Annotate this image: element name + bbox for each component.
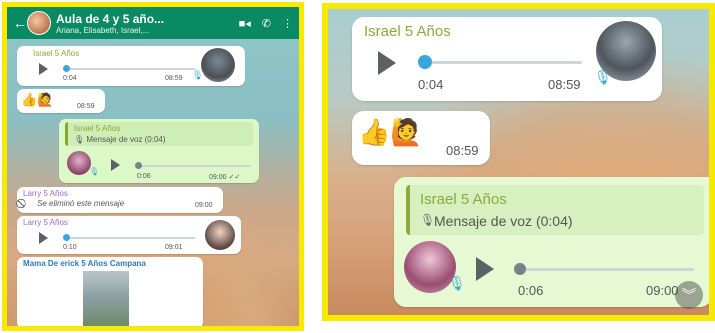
photo-thumbnail[interactable]	[83, 271, 129, 326]
group-title: Aula de 4 y 5 año...	[56, 11, 165, 26]
audio-slider-dot[interactable]	[514, 263, 526, 275]
left-screenshot-frame: ← Aula de 4 y 5 año... Ariana, Elisabeth…	[2, 2, 304, 331]
quoted-message[interactable]: Israel 5 Años 🎙 Mensaje de voz (0:04)	[406, 185, 704, 235]
message-time: 09:00	[646, 283, 679, 298]
microphone-icon: 🎙	[192, 70, 204, 80]
audio-track[interactable]	[65, 237, 195, 239]
microphone-icon: 🎙	[89, 167, 100, 176]
quoted-message[interactable]: Israel 5 Años 🎙 Mensaje de voz (0:04)	[65, 122, 253, 146]
play-button[interactable]	[111, 159, 120, 171]
right-zoom-frame: Israel 5 Años 0:04 08:59 🎙 👍🙋 08:59 Isra…	[322, 3, 715, 321]
video-camera-icon[interactable]: ■◂	[239, 17, 251, 30]
message-time: 09:00	[195, 202, 213, 209]
play-button[interactable]	[476, 257, 494, 281]
audio-slider-dot[interactable]	[63, 65, 70, 72]
audio-elapsed: 0:04	[63, 75, 77, 82]
voice-reply-outgoing-zoomed: Israel 5 Años 🎙 Mensaje de voz (0:04) 🎙 …	[394, 177, 709, 307]
chat-header: ← Aula de 4 y 5 año... Ariana, Elisabeth…	[7, 7, 299, 39]
microphone-icon: 🎙	[594, 69, 612, 85]
audio-track[interactable]	[65, 68, 195, 70]
voice-message-incoming-zoomed: Israel 5 Años 0:04 08:59 🎙	[352, 17, 662, 101]
emoji-reactions: 👍🙋	[21, 92, 54, 107]
message-sender: Larry 5 Años	[23, 189, 68, 198]
play-button[interactable]	[39, 63, 48, 75]
audio-elapsed: 0:06	[518, 283, 544, 298]
group-avatar[interactable]	[27, 11, 51, 35]
arrow-left-icon[interactable]: ←	[13, 15, 27, 31]
voice-reply-outgoing: Israel 5 Años 🎙 Mensaje de voz (0:04) 🎙 …	[59, 119, 259, 183]
message-sender: Larry 5 Años	[23, 218, 68, 227]
audio-slider-dot[interactable]	[135, 162, 142, 169]
phone-icon[interactable]: ✆	[262, 17, 271, 30]
deleted-message: Larry 5 Años ⃠ Se eliminó este mensaje 0…	[17, 187, 223, 213]
emoji-message: 👍🙋 08:59	[17, 89, 105, 113]
group-title-block[interactable]: Aula de 4 y 5 año... Ariana, Elisabeth, …	[56, 12, 228, 35]
sender-avatar[interactable]	[205, 220, 235, 250]
message-time: 09:00 ✓✓	[209, 174, 241, 181]
audio-slider-dot[interactable]	[418, 55, 432, 69]
emoji-reactions: 👍🙋	[358, 117, 423, 147]
audio-elapsed: 0:06	[137, 173, 151, 180]
microphone-icon: 🎙	[420, 213, 436, 227]
message-time: 09:01	[165, 244, 183, 251]
audio-elapsed: 0:10	[63, 244, 77, 251]
quoted-text: 🎙 Mensaje de voz (0:04)	[74, 135, 166, 144]
audio-track[interactable]	[137, 165, 251, 167]
deleted-text: Se eliminó este mensaje	[37, 199, 125, 208]
voice-message-incoming: Israel 5 Años 0:04 08:59 🎙	[17, 46, 245, 86]
own-avatar[interactable]	[67, 151, 91, 175]
audio-elapsed: 0:04	[418, 77, 444, 92]
chat-screen: ← Aula de 4 y 5 año... Ariana, Elisabeth…	[7, 7, 299, 326]
message-time: 08:59	[165, 75, 183, 82]
message-time: 08:59	[548, 77, 581, 92]
voice-message-incoming: Larry 5 Años 0:10 09:01	[17, 216, 241, 254]
audio-track[interactable]	[518, 268, 694, 271]
play-button[interactable]	[39, 232, 48, 244]
zoomed-chat: Israel 5 Años 0:04 08:59 🎙 👍🙋 08:59 Isra…	[328, 9, 709, 315]
play-button[interactable]	[378, 51, 396, 75]
message-time: 08:59	[77, 103, 95, 110]
group-members: Ariana, Elisabeth, Israel,...	[56, 25, 150, 35]
quoted-text: Mensaje de voz (0:04)	[434, 213, 573, 229]
audio-track[interactable]	[422, 61, 582, 64]
sender-avatar[interactable]	[201, 48, 235, 82]
quoted-sender: Israel 5 Años	[420, 191, 507, 208]
image-message: Mama De erick 5 Años Campana	[17, 257, 203, 326]
emoji-message-zoomed: 👍🙋 08:59	[352, 111, 490, 165]
audio-slider-dot[interactable]	[63, 234, 70, 241]
microphone-icon: 🎙	[448, 275, 466, 291]
chevron-double-down-icon[interactable]: ︾	[675, 281, 703, 309]
more-vertical-icon[interactable]: ⋮	[282, 17, 293, 30]
message-sender: Mama De erick 5 Años Campana	[23, 259, 146, 268]
message-sender: Israel 5 Años	[33, 49, 80, 58]
message-time: 08:59	[446, 143, 479, 158]
message-sender: Israel 5 Años	[364, 23, 451, 40]
quoted-sender: Israel 5 Años	[74, 124, 121, 133]
